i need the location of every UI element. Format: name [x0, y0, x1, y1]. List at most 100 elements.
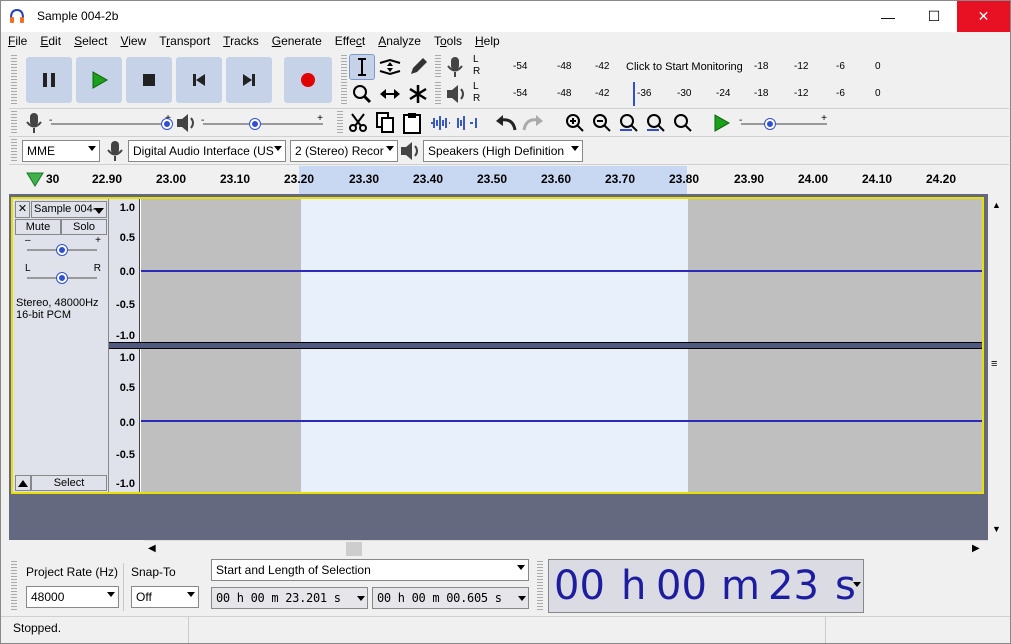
play-button[interactable]	[76, 57, 122, 103]
play-meter-grip[interactable]	[435, 82, 441, 106]
play-at-speed-button[interactable]	[709, 111, 733, 135]
vertical-ruler-right[interactable]: 1.0 0.5 0.0 -0.5 -1.0	[109, 349, 140, 492]
menu-help[interactable]: Help	[468, 32, 506, 52]
zoom-in-button[interactable]	[563, 111, 587, 135]
gain-slider[interactable]: – +	[25, 235, 101, 257]
scroll-up-icon[interactable]: ▲	[992, 200, 1001, 210]
close-track-button[interactable]: ✕	[15, 201, 30, 218]
zoom-out-button[interactable]	[590, 111, 614, 135]
pan-slider[interactable]: L R	[25, 263, 101, 285]
menu-edit[interactable]: Edit	[33, 32, 67, 52]
snap-to-select[interactable]: Off	[131, 586, 199, 608]
pause-button[interactable]	[26, 57, 72, 103]
skip-to-end-button[interactable]	[226, 57, 272, 103]
scroll-grip-icon[interactable]: ≡	[991, 358, 997, 370]
device-grip[interactable]	[11, 139, 17, 163]
vertical-scrollbar[interactable]: ▲ ≡ ▼	[988, 194, 1005, 540]
mixer-grip[interactable]	[11, 111, 17, 135]
selection-toolbar-grip[interactable]	[11, 561, 17, 611]
pin-head-button[interactable]	[19, 166, 49, 194]
envelope-tool[interactable]	[378, 55, 402, 79]
selection-mode-select[interactable]: Start and Length of Selection	[211, 559, 529, 581]
multi-tool[interactable]	[406, 82, 430, 106]
fit-project-button[interactable]	[644, 111, 668, 135]
scroll-right-icon[interactable]: ▶	[972, 543, 980, 554]
slider-thumb[interactable]	[56, 244, 68, 256]
chevron-down-icon[interactable]	[518, 596, 526, 601]
slider-thumb[interactable]	[56, 272, 68, 284]
track-panel[interactable]: ✕ Sample 004- Mute Solo – + L R Stereo, …	[9, 194, 988, 540]
input-device-select[interactable]: Digital Audio Interface (US	[128, 140, 286, 162]
menu-view[interactable]: View	[113, 32, 152, 52]
track-name-menu[interactable]: Sample 004-	[31, 201, 107, 218]
menu-effect[interactable]: Effect	[328, 32, 371, 52]
menu-select[interactable]: Select	[67, 32, 113, 52]
trim-button[interactable]	[428, 111, 452, 135]
menu-file[interactable]: File	[1, 32, 33, 52]
envelope-icon	[379, 58, 401, 76]
waveform-left-channel[interactable]	[141, 199, 982, 342]
record-meter-mic-icon[interactable]	[445, 55, 465, 82]
zoom-tool[interactable]	[350, 82, 374, 106]
collapse-track-button[interactable]	[15, 475, 31, 491]
audio-host-select[interactable]: MME	[22, 140, 100, 162]
copy-button[interactable]	[373, 111, 397, 135]
vertical-ruler-left[interactable]: 1.0 0.5 0.0 -0.5 -1.0	[109, 199, 140, 345]
silence-button[interactable]	[455, 111, 479, 135]
menu-tracks[interactable]: Tracks	[216, 32, 265, 52]
time-shift-tool[interactable]	[378, 82, 402, 106]
timeline-ruler[interactable]: 30 22.90 23.00 23.10 23.20 23.30 23.40 2…	[19, 166, 987, 194]
record-button[interactable]	[284, 57, 332, 103]
play-meter[interactable]: L R -54 -48 -42 -36 -30 -24 -18 -12 -6 0	[471, 81, 887, 106]
chevron-down-icon[interactable]	[357, 596, 365, 601]
selection-tool[interactable]	[349, 54, 375, 80]
paste-button[interactable]	[400, 111, 424, 135]
track-audio[interactable]: ✕ Sample 004- Mute Solo – + L R Stereo, …	[11, 197, 984, 494]
mute-button[interactable]: Mute	[15, 219, 61, 235]
record-meter-grip[interactable]	[435, 55, 441, 79]
time-toolbar-grip[interactable]	[537, 561, 543, 611]
waveform-right-channel[interactable]	[141, 349, 982, 492]
slider-thumb[interactable]	[161, 118, 173, 130]
stop-icon	[143, 74, 155, 86]
scroll-thumb[interactable]	[346, 542, 362, 556]
audacity-logo-icon	[9, 8, 25, 24]
toolbar-grip[interactable]	[11, 55, 17, 105]
undo-button[interactable]	[494, 111, 518, 135]
maximize-button[interactable]: ☐	[911, 1, 957, 32]
input-channels-select[interactable]: 2 (Stereo) Recor	[290, 140, 398, 162]
stop-button[interactable]	[126, 57, 172, 103]
solo-button[interactable]: Solo	[61, 219, 107, 235]
selection-length-time[interactable]: 00 h 00 m 00.605 s	[372, 587, 529, 609]
close-button[interactable]: ✕	[957, 1, 1010, 32]
record-meter[interactable]: L R -54 -48 -42 Click to Start Monitorin…	[471, 54, 887, 79]
zoom-toggle-button[interactable]	[671, 111, 695, 135]
chevron-down-icon[interactable]	[853, 582, 861, 587]
draw-tool[interactable]	[406, 55, 430, 79]
redo-button[interactable]	[521, 111, 545, 135]
edit-grip[interactable]	[337, 111, 343, 135]
menu-tools[interactable]: Tools	[427, 32, 468, 52]
playback-volume-slider[interactable]: - +	[201, 113, 325, 131]
menu-analyze[interactable]: Analyze	[371, 32, 427, 52]
select-track-button[interactable]: Select	[31, 475, 107, 491]
tools-grip[interactable]	[341, 55, 347, 105]
menu-generate[interactable]: Generate	[265, 32, 328, 52]
recording-volume-slider[interactable]: - +	[49, 113, 173, 131]
scroll-down-icon[interactable]: ▼	[992, 524, 1001, 534]
horizontal-scrollbar[interactable]: ◀ ▶	[144, 540, 988, 557]
selection-start-time[interactable]: 00 h 00 m 23.201 s	[211, 587, 368, 609]
scroll-left-icon[interactable]: ◀	[148, 543, 156, 554]
skip-to-start-button[interactable]	[176, 57, 222, 103]
output-device-select[interactable]: Speakers (High Definition	[423, 140, 583, 162]
minimize-button[interactable]: —	[865, 1, 911, 32]
play-at-speed-slider[interactable]: - +	[739, 113, 829, 131]
audio-position-display[interactable]: 00 h 00 m 23 s	[548, 559, 864, 613]
cut-button[interactable]	[346, 111, 370, 135]
fit-selection-button[interactable]	[617, 111, 641, 135]
menu-transport[interactable]: Transport	[152, 32, 216, 52]
play-meter-speaker-icon[interactable]	[445, 83, 467, 108]
slider-thumb[interactable]	[764, 118, 776, 130]
slider-thumb[interactable]	[249, 118, 261, 130]
project-rate-select[interactable]: 48000	[26, 586, 119, 608]
